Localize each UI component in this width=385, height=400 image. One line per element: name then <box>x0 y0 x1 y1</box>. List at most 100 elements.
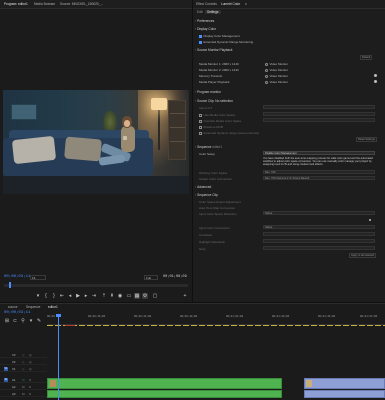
playback-quality-select[interactable]: Full <box>144 275 158 280</box>
section-advanced[interactable]: ›Advanced <box>195 185 211 189</box>
checkbox-icon[interactable] <box>199 131 202 135</box>
checkbox-icon[interactable] <box>199 113 202 117</box>
reset-settings-button[interactable]: Reset Settings <box>356 137 377 142</box>
section-display-color[interactable]: ›Display Color <box>195 27 216 31</box>
output-color-select[interactable]: Rec. 709 (Gamma 2.4) (Scene Based) <box>263 176 375 180</box>
audio-clip[interactable] <box>47 378 282 389</box>
eye-icon[interactable]: ◎ <box>29 367 32 371</box>
default-button[interactable]: Default <box>360 55 373 60</box>
input-detection-select[interactable]: Native <box>263 211 375 215</box>
video-clip[interactable] <box>304 378 385 389</box>
wrench-icon[interactable]: ✎ <box>36 318 42 324</box>
play-icon[interactable]: ▶ <box>75 293 81 299</box>
mute-icon[interactable]: M <box>22 385 25 389</box>
playback-option[interactable]: Video Monitor <box>265 68 288 72</box>
panel-menu-icon[interactable]: ≡ <box>245 2 247 6</box>
eye-icon[interactable]: ◎ <box>29 360 32 364</box>
step-back-icon[interactable]: ◂ <box>67 293 73 299</box>
source-clip-row[interactable]: Extended dynamic range (scene-referred) <box>199 131 259 135</box>
playback-option[interactable]: Video Monitor <box>265 62 288 66</box>
display-color-management-row[interactable]: Display Color Management <box>199 34 240 38</box>
playback-option[interactable]: Video Monitor <box>265 74 288 78</box>
program-timecode[interactable]: 00;00;03;11 <box>4 275 30 279</box>
go-to-in-icon[interactable]: ⇤ <box>59 293 65 299</box>
audio-clip[interactable] <box>47 390 282 398</box>
solo-icon[interactable]: S <box>29 392 31 396</box>
lift-icon[interactable]: ⇡ <box>101 293 107 299</box>
timeline-ruler[interactable]: 00;00 00;00;16;00 00;00;32;00 00;00;48;0… <box>47 315 385 325</box>
info-icon[interactable] <box>374 80 377 83</box>
export-frame-icon[interactable]: ◉ <box>117 293 123 299</box>
checkbox-icon[interactable] <box>199 40 202 44</box>
section-sequence[interactable]: ›Sequence editor1 <box>195 145 222 149</box>
in-icon[interactable]: { <box>43 293 49 299</box>
working-color-space-select[interactable]: Rec. 709 <box>263 170 375 174</box>
tab-lumetri-color[interactable]: Lumetri Color <box>221 2 240 6</box>
track-header-a3[interactable]: A3 M S <box>0 391 47 397</box>
add-marker-icon[interactable]: ▾ <box>28 318 34 324</box>
track-header-v3[interactable]: V3 ◇ ◎ <box>0 352 47 358</box>
radio-icon[interactable] <box>265 62 268 66</box>
track-header-v2[interactable]: V2 ◇ ◎ <box>0 359 47 365</box>
settings-icon[interactable]: ⚙ <box>142 293 148 299</box>
section-source-clip[interactable]: ›Source Clip: No selection <box>195 99 233 103</box>
input-lut-select[interactable] <box>263 105 375 109</box>
solo-icon[interactable]: S <box>29 385 31 389</box>
lock-icon[interactable]: ◇ <box>22 353 24 357</box>
radio-icon[interactable] <box>265 68 268 72</box>
section-playback[interactable]: ›Source Monitor Playback <box>195 48 233 52</box>
subtab-settings[interactable]: Settings <box>205 10 221 14</box>
go-to-out-icon[interactable]: ⇥ <box>91 293 97 299</box>
section-program-monitor[interactable]: ›Program monitor <box>195 90 221 94</box>
section-preferences[interactable]: ›Preferences <box>195 19 214 23</box>
track-header-a1[interactable]: A1 A1 M S <box>0 377 47 383</box>
marker-icon[interactable]: ▾ <box>35 293 41 299</box>
tab-timeline-source[interactable]: source <box>8 305 18 309</box>
comparison-icon[interactable]: ▭ <box>126 293 132 299</box>
source-clip-row[interactable]: Override Media Color Space <box>199 119 241 123</box>
eye-icon[interactable]: ◎ <box>29 353 32 357</box>
source-clip-row[interactable]: Use Media Color Space <box>199 113 235 117</box>
video-clip[interactable] <box>304 390 385 398</box>
mute-icon[interactable]: M <box>22 378 25 382</box>
timeline-timecode[interactable]: 00;00;03;11 <box>4 311 30 315</box>
tab-timeline-sequence[interactable]: Sequence <box>26 305 40 309</box>
gray-field[interactable] <box>263 246 375 250</box>
linked-selection-icon[interactable]: ⚲ <box>20 318 26 324</box>
curvature-field[interactable] <box>263 232 375 236</box>
snap-icon[interactable]: ⊂ <box>12 318 18 324</box>
info-icon[interactable] <box>369 219 371 221</box>
tab-source[interactable]: Source: MNICKEL_1B0020_... <box>60 2 103 6</box>
radio-icon[interactable] <box>265 74 268 78</box>
source-clip-row[interactable]: Preserve RGB <box>199 125 223 129</box>
button-editor-icon[interactable]: ▢ <box>152 293 158 299</box>
tab-media-browser[interactable]: Media Browser <box>34 2 55 6</box>
tab-effect-controls[interactable]: Effect Controls <box>196 2 217 6</box>
apply-all-button[interactable]: Apply to all selected <box>349 253 377 258</box>
zoom-fit-select[interactable]: Fit <box>30 275 46 280</box>
vr-icon[interactable]: ▦ <box>134 293 140 299</box>
checkbox-icon[interactable] <box>199 34 202 38</box>
checkbox-icon[interactable] <box>199 125 202 129</box>
mute-icon[interactable]: M <box>22 392 25 396</box>
tab-program[interactable]: Program: editor1 <box>4 2 28 6</box>
info-icon[interactable] <box>374 74 377 77</box>
highlight-saturation-field[interactable] <box>263 239 375 243</box>
tab-timeline-editor1[interactable]: editor1 <box>48 305 58 309</box>
add-icon[interactable]: + <box>182 293 188 299</box>
timeline-playhead[interactable] <box>58 316 59 400</box>
media-color-space-select[interactable] <box>263 112 375 116</box>
extract-icon[interactable]: ⇞ <box>109 293 115 299</box>
checkbox-icon[interactable] <box>199 119 202 123</box>
lock-icon[interactable]: ◇ <box>22 360 24 364</box>
playback-option[interactable]: Video Monitor <box>265 80 288 84</box>
solo-icon[interactable]: S <box>29 378 31 382</box>
track-source-badge[interactable]: V1 <box>4 367 8 371</box>
color-setup-select[interactable]: Disable Color Management <box>263 151 375 155</box>
out-icon[interactable]: } <box>51 293 57 299</box>
program-scrub-bar[interactable] <box>4 284 188 287</box>
section-sequence-clip[interactable]: ›Sequence Clip <box>195 193 218 197</box>
track-header-v1[interactable]: V1 V1 ◇ ◎ <box>0 366 47 372</box>
subtab-edit[interactable]: Edit <box>195 10 205 14</box>
extended-dynamic-range-row[interactable]: Extended Dynamic Range Monitoring <box>199 40 253 44</box>
